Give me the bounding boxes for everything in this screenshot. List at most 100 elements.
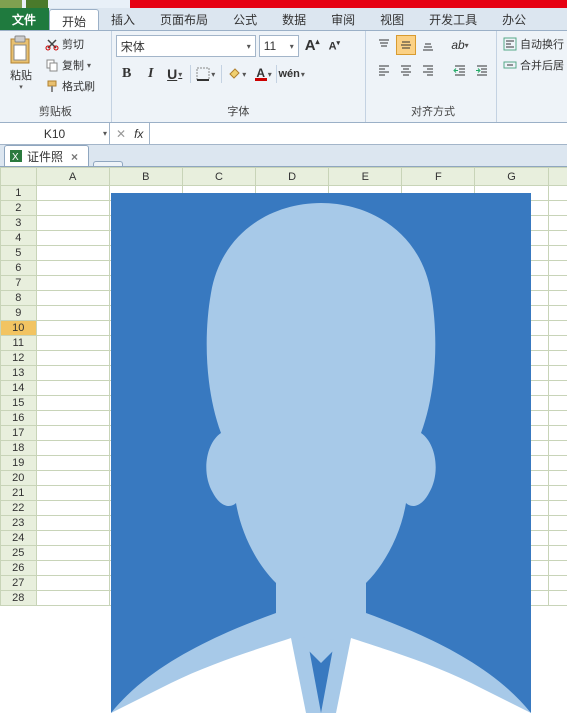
formula-input[interactable] xyxy=(150,123,567,144)
align-right-button[interactable] xyxy=(418,60,438,80)
cell[interactable] xyxy=(548,201,567,216)
border-button[interactable]: ▾ xyxy=(195,63,217,85)
tab-formulas[interactable]: 公式 xyxy=(221,8,270,30)
cell[interactable] xyxy=(548,531,567,546)
cell[interactable] xyxy=(36,561,109,576)
cell[interactable] xyxy=(36,501,109,516)
cell[interactable] xyxy=(36,321,109,336)
align-left-button[interactable] xyxy=(374,60,394,80)
merge-center-button[interactable]: 合并后居 xyxy=(501,56,566,74)
col-header[interactable]: D xyxy=(256,168,329,186)
cell[interactable] xyxy=(548,321,567,336)
row-header[interactable]: 23 xyxy=(1,516,37,531)
col-header[interactable]: G xyxy=(475,168,548,186)
row-header[interactable]: 14 xyxy=(1,381,37,396)
cell[interactable] xyxy=(36,531,109,546)
spreadsheet-grid[interactable]: A B C D E F G 12345678910111213141516171… xyxy=(0,167,567,717)
align-middle-button[interactable] xyxy=(396,35,416,55)
cell[interactable] xyxy=(36,426,109,441)
cell[interactable] xyxy=(36,396,109,411)
col-header[interactable] xyxy=(548,168,567,186)
font-size-select[interactable]: 11 ▾ xyxy=(259,35,299,57)
cell[interactable] xyxy=(36,366,109,381)
font-name-select[interactable]: 宋体 ▾ xyxy=(116,35,256,57)
row-header[interactable]: 15 xyxy=(1,396,37,411)
cell[interactable] xyxy=(36,201,109,216)
align-center-button[interactable] xyxy=(396,60,416,80)
col-header[interactable]: F xyxy=(402,168,475,186)
tab-home[interactable]: 开始 xyxy=(49,9,99,30)
paste-button[interactable]: 粘贴 ▾ xyxy=(4,35,38,91)
tab-file[interactable]: 文件 xyxy=(0,8,49,30)
cell[interactable] xyxy=(36,351,109,366)
row-header[interactable]: 17 xyxy=(1,426,37,441)
fill-color-button[interactable]: ▾ xyxy=(226,63,248,85)
cell[interactable] xyxy=(548,471,567,486)
tab-page-layout[interactable]: 页面布局 xyxy=(148,8,221,30)
cell[interactable] xyxy=(36,306,109,321)
embedded-image-id-photo[interactable] xyxy=(111,193,531,713)
cell[interactable] xyxy=(36,471,109,486)
cell[interactable] xyxy=(36,456,109,471)
copy-button[interactable]: 复制▾ xyxy=(42,56,98,74)
decrease-indent-button[interactable] xyxy=(450,60,470,80)
row-header[interactable]: 28 xyxy=(1,591,37,606)
cell[interactable] xyxy=(548,576,567,591)
cell[interactable] xyxy=(548,441,567,456)
font-color-button[interactable]: A ▾ xyxy=(250,63,272,85)
format-painter-button[interactable]: 格式刷 xyxy=(42,77,98,95)
increase-indent-button[interactable] xyxy=(472,60,492,80)
close-icon[interactable]: × xyxy=(71,150,78,164)
col-header[interactable]: A xyxy=(36,168,109,186)
cell[interactable] xyxy=(548,426,567,441)
row-header[interactable]: 7 xyxy=(1,276,37,291)
row-header[interactable]: 9 xyxy=(1,306,37,321)
row-header[interactable]: 22 xyxy=(1,501,37,516)
row-header[interactable]: 20 xyxy=(1,471,37,486)
cell[interactable] xyxy=(548,411,567,426)
cell[interactable] xyxy=(548,396,567,411)
cell[interactable] xyxy=(36,186,109,201)
row-header[interactable]: 16 xyxy=(1,411,37,426)
select-all-corner[interactable] xyxy=(1,168,37,186)
col-header[interactable]: E xyxy=(329,168,402,186)
cell[interactable] xyxy=(548,306,567,321)
cell[interactable] xyxy=(548,546,567,561)
tab-insert[interactable]: 插入 xyxy=(99,8,148,30)
row-header[interactable]: 8 xyxy=(1,291,37,306)
row-header[interactable]: 24 xyxy=(1,531,37,546)
cell[interactable] xyxy=(36,216,109,231)
italic-button[interactable]: I xyxy=(140,63,162,85)
align-top-button[interactable] xyxy=(374,35,394,55)
cell[interactable] xyxy=(36,441,109,456)
cell[interactable] xyxy=(548,246,567,261)
cell[interactable] xyxy=(548,216,567,231)
cell[interactable] xyxy=(36,591,109,606)
sheet-tab-new[interactable] xyxy=(93,161,123,166)
cell[interactable] xyxy=(36,411,109,426)
cell[interactable] xyxy=(548,336,567,351)
cell[interactable] xyxy=(548,381,567,396)
col-header[interactable]: B xyxy=(109,168,182,186)
quick-access-1[interactable] xyxy=(0,0,22,8)
cell[interactable] xyxy=(548,231,567,246)
cell[interactable] xyxy=(548,186,567,201)
cell[interactable] xyxy=(548,561,567,576)
cell[interactable] xyxy=(548,516,567,531)
wrap-text-button[interactable]: 自动换行 xyxy=(501,35,566,53)
grow-font-button[interactable]: A▴ xyxy=(302,37,323,55)
sheet-tab-active[interactable]: X 证件照 × xyxy=(4,145,89,166)
underline-button[interactable]: U▾ xyxy=(164,63,186,85)
cell[interactable] xyxy=(548,276,567,291)
row-header[interactable]: 1 xyxy=(1,186,37,201)
row-header[interactable]: 6 xyxy=(1,261,37,276)
cell[interactable] xyxy=(548,366,567,381)
tab-developer[interactable]: 开发工具 xyxy=(417,8,490,30)
cell[interactable] xyxy=(548,456,567,471)
align-bottom-button[interactable] xyxy=(418,35,438,55)
cell[interactable] xyxy=(36,381,109,396)
cancel-formula-icon[interactable]: ✕ xyxy=(116,127,126,141)
row-header[interactable]: 18 xyxy=(1,441,37,456)
cell[interactable] xyxy=(36,231,109,246)
tab-data[interactable]: 数据 xyxy=(270,8,319,30)
